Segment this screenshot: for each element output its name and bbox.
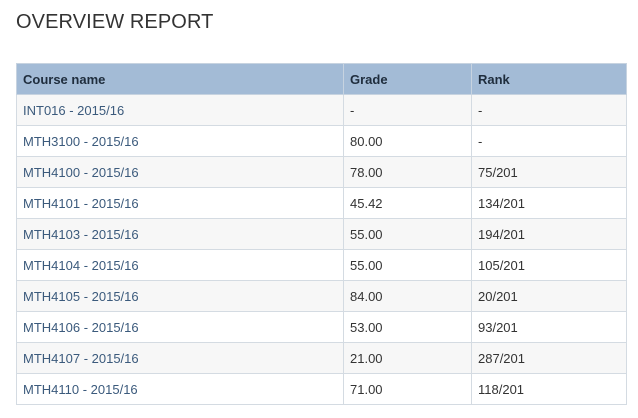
rank-cell: 287/201 (471, 342, 627, 374)
table-row: MTH4101 - 2015/16 45.42 134/201 (16, 187, 627, 219)
page-title: OVERVIEW REPORT (16, 11, 214, 33)
rank-cell: 75/201 (471, 156, 627, 188)
grade-cell: 45.42 (343, 187, 472, 219)
table-row: MTH4104 - 2015/16 55.00 105/201 (16, 249, 627, 281)
course-link[interactable]: MTH3100 - 2015/16 (23, 134, 139, 149)
course-name-cell: MTH4106 - 2015/16 (16, 311, 344, 343)
course-link[interactable]: MTH4107 - 2015/16 (23, 351, 139, 366)
course-name-cell: INT016 - 2015/16 (16, 94, 344, 126)
grade-cell: 55.00 (343, 218, 472, 250)
overview-report-table: Course name Grade Rank INT016 - 2015/16 … (16, 63, 627, 405)
course-name-cell: MTH4104 - 2015/16 (16, 249, 344, 281)
course-name-cell: MTH4107 - 2015/16 (16, 342, 344, 374)
rank-cell: - (471, 125, 627, 157)
grade-cell: 78.00 (343, 156, 472, 188)
course-name-cell: MTH4101 - 2015/16 (16, 187, 344, 219)
rank-cell: 105/201 (471, 249, 627, 281)
column-header-grade[interactable]: Grade (343, 63, 472, 95)
course-link[interactable]: MTH4104 - 2015/16 (23, 258, 139, 273)
course-link[interactable]: MTH4110 - 2015/16 (23, 382, 138, 397)
rank-cell: - (471, 94, 627, 126)
rank-cell: 118/201 (471, 373, 627, 405)
grade-cell: 53.00 (343, 311, 472, 343)
rank-cell: 20/201 (471, 280, 627, 312)
course-link[interactable]: INT016 - 2015/16 (23, 103, 124, 118)
table-row: INT016 - 2015/16 - - (16, 94, 627, 126)
column-header-rank[interactable]: Rank (471, 63, 627, 95)
table-row: MTH4100 - 2015/16 78.00 75/201 (16, 156, 627, 188)
table-row: MTH4106 - 2015/16 53.00 93/201 (16, 311, 627, 343)
rank-cell: 134/201 (471, 187, 627, 219)
table-row: MTH4110 - 2015/16 71.00 118/201 (16, 373, 627, 405)
course-name-cell: MTH4100 - 2015/16 (16, 156, 344, 188)
grade-cell: 84.00 (343, 280, 472, 312)
course-link[interactable]: MTH4106 - 2015/16 (23, 320, 139, 335)
grade-cell: 71.00 (343, 373, 472, 405)
rank-cell: 194/201 (471, 218, 627, 250)
course-link[interactable]: MTH4105 - 2015/16 (23, 289, 139, 304)
table-row: MTH4103 - 2015/16 55.00 194/201 (16, 218, 627, 250)
grade-cell: 80.00 (343, 125, 472, 157)
rank-cell: 93/201 (471, 311, 627, 343)
grade-cell: - (343, 94, 472, 126)
course-link[interactable]: MTH4101 - 2015/16 (23, 196, 139, 211)
table-row: MTH4105 - 2015/16 84.00 20/201 (16, 280, 627, 312)
course-link[interactable]: MTH4103 - 2015/16 (23, 227, 139, 242)
grade-cell: 21.00 (343, 342, 472, 374)
course-name-cell: MTH4110 - 2015/16 (16, 373, 344, 405)
column-header-course-name[interactable]: Course name (16, 63, 344, 95)
table-row: MTH3100 - 2015/16 80.00 - (16, 125, 627, 157)
table-row: MTH4107 - 2015/16 21.00 287/201 (16, 342, 627, 374)
table-header: Course name Grade Rank (16, 63, 627, 95)
grade-cell: 55.00 (343, 249, 472, 281)
table-header-row: Course name Grade Rank (16, 63, 627, 95)
course-name-cell: MTH4103 - 2015/16 (16, 218, 344, 250)
course-link[interactable]: MTH4100 - 2015/16 (23, 165, 139, 180)
course-name-cell: MTH3100 - 2015/16 (16, 125, 344, 157)
course-name-cell: MTH4105 - 2015/16 (16, 280, 344, 312)
table-body: INT016 - 2015/16 - - MTH3100 - 2015/16 8… (16, 94, 627, 405)
